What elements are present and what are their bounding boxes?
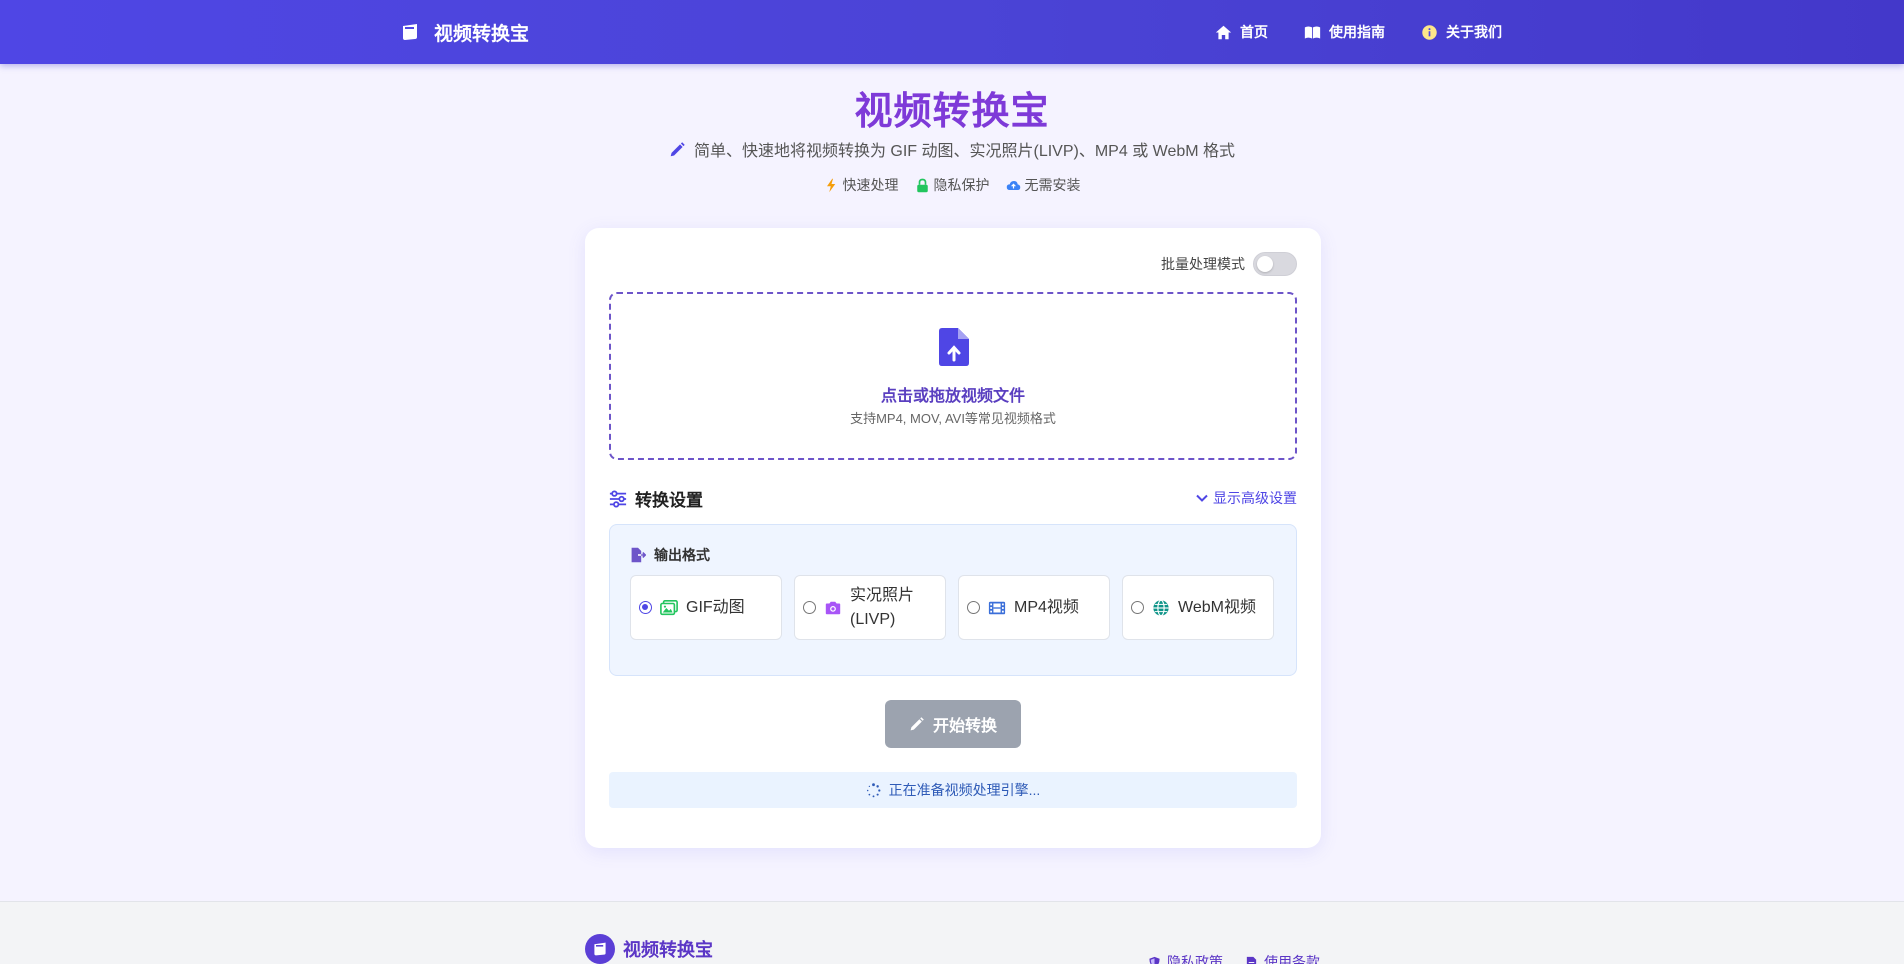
- globe-icon: [1153, 599, 1169, 616]
- nav-link-label: 使用指南: [1329, 24, 1385, 40]
- feature-badges: 快速处理 隐私保护 无需安装: [0, 175, 1904, 195]
- feature-fast: 快速处理: [824, 175, 899, 195]
- dropzone-subtitle: 支持MP4, MOV, AVI等常见视频格式: [850, 411, 1056, 426]
- file-dropzone[interactable]: 点击或拖放视频文件 支持MP4, MOV, AVI等常见视频格式: [609, 292, 1297, 460]
- footer-links: 隐私政策 使用条款: [1148, 952, 1320, 964]
- page-footer: 视频转换宝 隐私政策 使用条款: [0, 901, 1904, 964]
- sliders-icon: [609, 489, 627, 508]
- file-icon: [1246, 956, 1257, 964]
- book-icon: [1304, 26, 1321, 38]
- format-radio-gif[interactable]: [639, 601, 652, 614]
- toggle-knob: [1257, 256, 1273, 272]
- shield-icon: [1149, 956, 1160, 964]
- batch-mode-toggle[interactable]: [1253, 252, 1297, 276]
- film-icon: [988, 601, 1006, 614]
- file-upload-icon: [939, 328, 969, 366]
- nav-link-home[interactable]: 首页: [1215, 20, 1268, 44]
- footer-link-terms[interactable]: 使用条款: [1245, 952, 1320, 964]
- settings-header: 转换设置 显示高级设置: [609, 486, 1297, 511]
- chevron-down-icon: [1196, 494, 1208, 502]
- footer-brand-name: 视频转换宝: [623, 940, 713, 960]
- format-option-webm[interactable]: WebM视频: [1122, 575, 1274, 640]
- format-radio-livp[interactable]: [803, 601, 816, 614]
- footer-link-privacy[interactable]: 隐私政策: [1148, 952, 1223, 964]
- advanced-settings-toggle[interactable]: 显示高级设置: [1195, 488, 1297, 508]
- feature-label: 隐私保护: [933, 177, 990, 193]
- format-option-label: WebM视频: [1178, 598, 1256, 616]
- nav-links: 首页 使用指南 关于我们: [1215, 20, 1502, 44]
- brand-name: 视频转换宝: [434, 23, 530, 45]
- nav-link-about[interactable]: 关于我们: [1421, 20, 1502, 44]
- format-option-label: 实况照片(LIVP): [850, 586, 915, 628]
- converter-card: 批量处理模式 点击或拖放视频文件 支持MP4, MOV, AVI等常见视频格式 …: [585, 228, 1321, 848]
- home-icon: [1215, 25, 1232, 39]
- start-convert-label: 开始转换: [932, 718, 997, 735]
- batch-mode: 批量处理模式: [1161, 252, 1297, 276]
- format-option-livp[interactable]: 实况照片(LIVP): [794, 575, 946, 640]
- batch-mode-label: 批量处理模式: [1161, 256, 1245, 272]
- footer-link-label: 隐私政策: [1167, 954, 1223, 964]
- camera-icon: [825, 601, 841, 614]
- output-format-text: 输出格式: [654, 547, 710, 563]
- nav-link-label: 关于我们: [1446, 24, 1502, 40]
- status-message: 正在准备视频处理引擎...: [609, 772, 1297, 808]
- spinner-icon: [866, 782, 881, 797]
- feature-label: 无需安装: [1024, 177, 1081, 193]
- bolt-icon: [826, 178, 835, 192]
- settings-title: 转换设置: [609, 486, 703, 511]
- file-export-icon: [631, 547, 646, 563]
- format-option-label: GIF动图: [686, 598, 745, 616]
- footer-link-label: 使用条款: [1264, 954, 1320, 964]
- format-option-label: MP4视频: [1014, 598, 1079, 616]
- output-format-label: 输出格式: [630, 545, 710, 565]
- nav-link-label: 首页: [1240, 24, 1268, 40]
- pencil-icon: [670, 141, 685, 156]
- format-options: GIF动图 实况照片(LIVP) MP4视频 WebM视频: [630, 575, 1274, 640]
- film-logo-icon: [403, 24, 417, 40]
- format-option-mp4[interactable]: MP4视频: [958, 575, 1110, 640]
- format-option-gif[interactable]: GIF动图: [630, 575, 782, 640]
- page-subtitle: 简单、快速地将视频转换为 GIF 动图、实况照片(LIVP)、MP4 或 Web…: [0, 137, 1904, 161]
- pencil-icon: [910, 717, 924, 731]
- page-title: 视频转换宝: [854, 91, 1050, 133]
- lock-icon: [916, 178, 928, 192]
- format-radio-webm[interactable]: [1131, 601, 1144, 614]
- feature-privacy: 隐私保护: [915, 175, 990, 195]
- format-radio-mp4[interactable]: [967, 601, 980, 614]
- start-convert-button[interactable]: 开始转换: [885, 700, 1021, 748]
- footer-brand[interactable]: 视频转换宝: [585, 934, 713, 964]
- image-icon: [660, 599, 678, 615]
- feature-label: 快速处理: [842, 177, 899, 193]
- brand-link[interactable]: 视频转换宝: [400, 18, 529, 46]
- feature-no-install: 无需安装: [1006, 175, 1081, 195]
- film-logo-icon: [594, 942, 606, 956]
- cloud-icon: [1006, 180, 1020, 190]
- subtitle-text: 简单、快速地将视频转换为 GIF 动图、实况照片(LIVP)、MP4 或 Web…: [693, 143, 1236, 160]
- output-format-panel: 输出格式 GIF动图 实况照片(LIVP) MP4视频 WebM视频: [609, 524, 1297, 676]
- advanced-settings-label: 显示高级设置: [1213, 490, 1297, 506]
- nav-link-guide[interactable]: 使用指南: [1304, 20, 1385, 44]
- settings-title-text: 转换设置: [635, 491, 703, 510]
- top-navbar: 视频转换宝 首页 使用指南 关于我们: [0, 0, 1904, 64]
- info-icon: [1422, 24, 1437, 40]
- footer-logo: [585, 934, 615, 964]
- status-text: 正在准备视频处理引擎...: [888, 782, 1041, 798]
- dropzone-title: 点击或拖放视频文件: [880, 388, 1025, 405]
